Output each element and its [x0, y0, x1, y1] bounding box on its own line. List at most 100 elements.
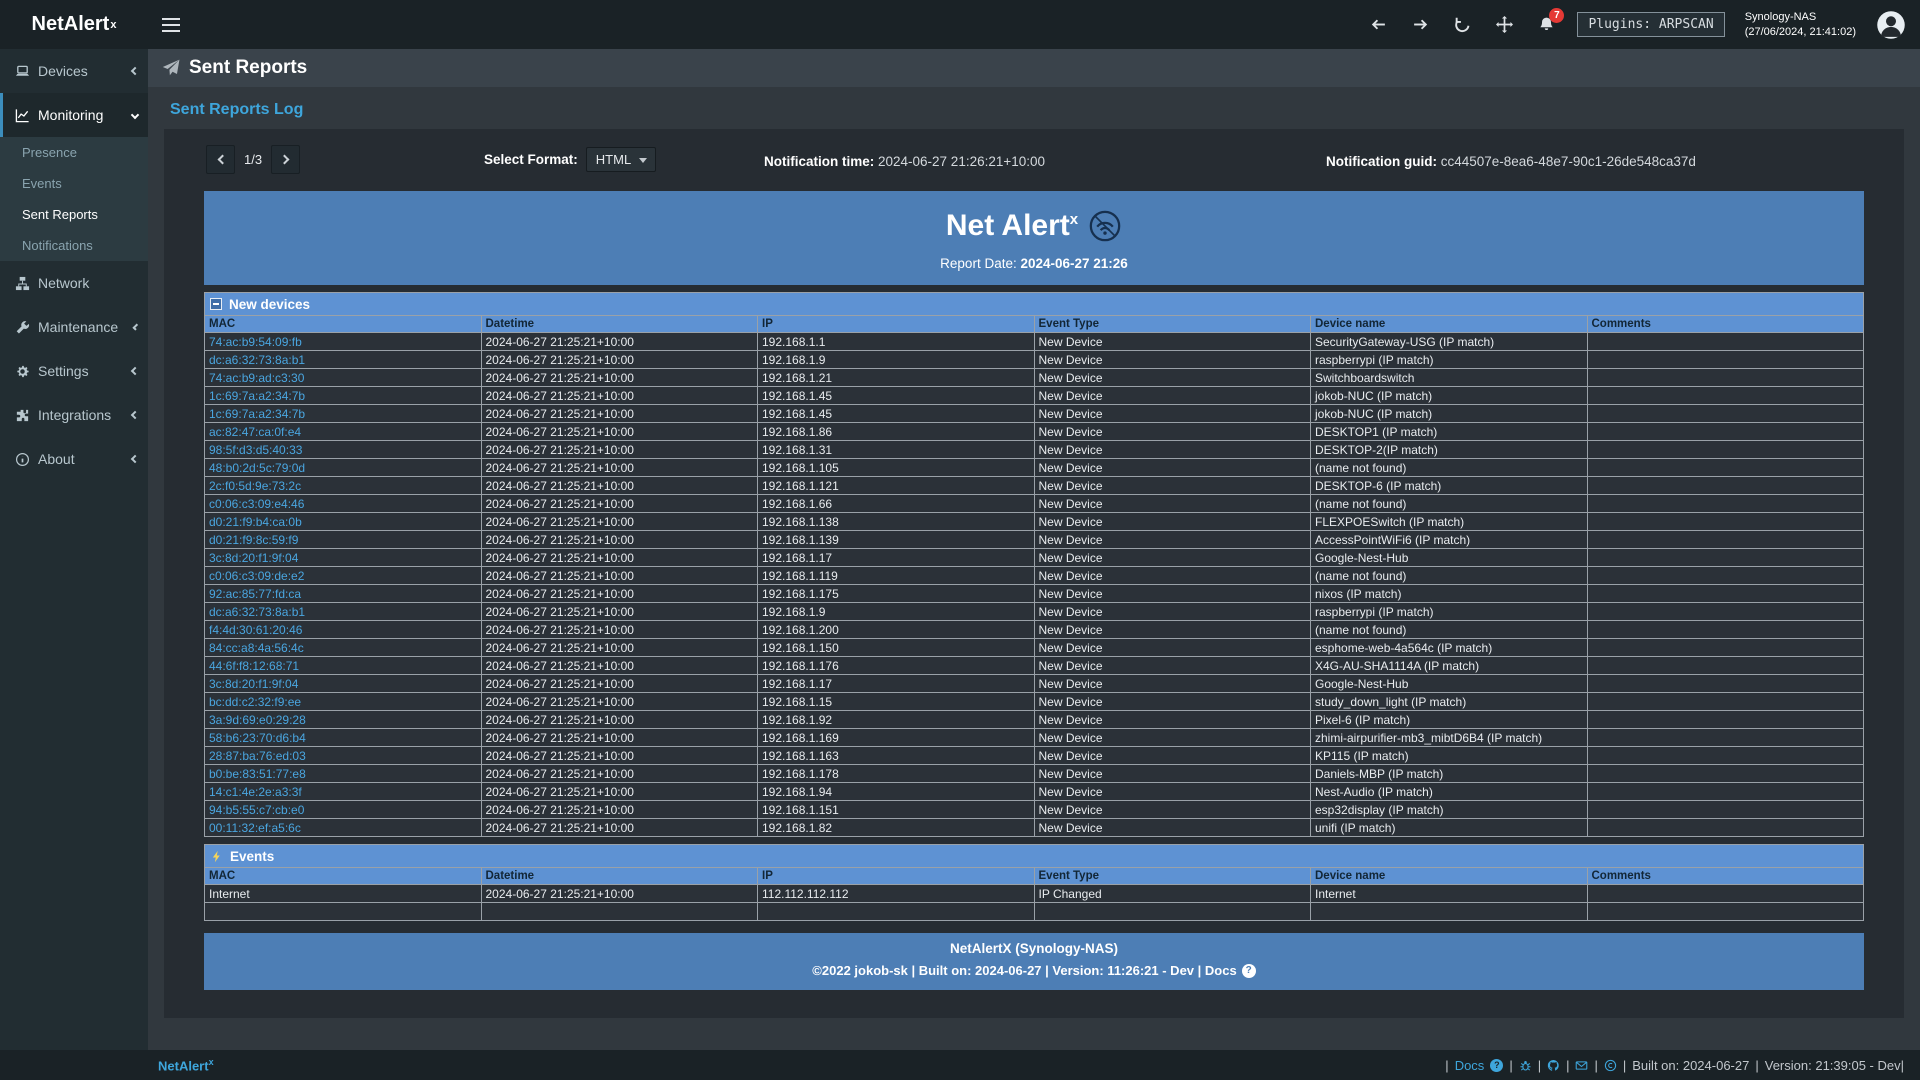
sidebar-item-devices[interactable]: Devices [0, 49, 148, 93]
mac-link[interactable]: 3a:9d:69:e0:29:28 [209, 713, 306, 727]
table-cell: d0:21:f9:b4:ca:0b [205, 513, 482, 531]
footer-brand-link[interactable]: NetAlertx [158, 1057, 214, 1073]
mac-link[interactable]: 3c:8d:20:f1:9f:04 [209, 551, 298, 565]
mac-link[interactable]: 94:b5:55:c7:cb:e0 [209, 803, 304, 817]
table-cell: 2024-06-27 21:25:21+10:00 [481, 369, 758, 387]
mac-link[interactable]: bc:dd:c2:32:f9:ee [209, 695, 301, 709]
footer-github-link[interactable] [1547, 1059, 1560, 1072]
user-avatar[interactable] [1876, 10, 1906, 40]
table-cell: 192.168.1.31 [758, 441, 1035, 459]
table-cell [1587, 657, 1864, 675]
sidebar-item-integrations[interactable]: Integrations [0, 393, 148, 437]
mac-link[interactable]: 00:11:32:ef:a5:6c [209, 821, 301, 835]
nav-back-button[interactable] [1367, 14, 1389, 36]
table-cell: jokob-NUC (IP match) [1311, 405, 1588, 423]
app-logo[interactable]: NetAlertx [0, 0, 148, 49]
plugins-arpscan-badge[interactable]: Plugins: ARPSCAN [1577, 12, 1724, 37]
column-header: IP [758, 316, 1035, 333]
table-cell: d0:21:f9:8c:59:f9 [205, 531, 482, 549]
info-icon [15, 452, 30, 467]
mac-link[interactable]: 3c:8d:20:f1:9f:04 [209, 677, 298, 691]
table-cell: c0:06:c3:09:e4:46 [205, 495, 482, 513]
sidebar-item-maintenance[interactable]: Maintenance [0, 305, 148, 349]
table-cell: bc:dd:c2:32:f9:ee [205, 693, 482, 711]
next-page-button[interactable] [271, 145, 300, 174]
table-row: c0:06:c3:09:de:e22024-06-27 21:25:21+10:… [205, 567, 1864, 585]
table-row [205, 903, 1864, 921]
table-cell [1587, 459, 1864, 477]
mac-link[interactable]: c0:06:c3:09:de:e2 [209, 569, 304, 583]
paper-plane-icon [162, 59, 180, 77]
mac-link[interactable]: 28:87:ba:76:ed:03 [209, 749, 306, 763]
app-logo-text: NetAlert [32, 13, 110, 36]
prev-page-button[interactable] [206, 145, 235, 174]
footer-meta: | Docs ? | | | | | Built on: 2024-06-27 … [1445, 1058, 1904, 1073]
report-title-sup: x [1070, 211, 1078, 228]
mac-link[interactable]: 74:ac:b9:54:09:fb [209, 335, 302, 349]
table-cell: Google-Nest-Hub [1311, 549, 1588, 567]
refresh-button[interactable] [1451, 14, 1473, 36]
mac-link[interactable]: 2c:f0:5d:9e:73:2c [209, 479, 301, 493]
sidebar-subitem-presence[interactable]: Presence [0, 137, 148, 168]
mac-link[interactable]: f4:4d:30:61:20:46 [209, 623, 302, 637]
mac-link[interactable]: d0:21:f9:b4:ca:0b [209, 515, 302, 529]
sidebar-subitem-sent-reports[interactable]: Sent Reports [0, 199, 148, 230]
footer-docs-link[interactable]: Docs [1455, 1058, 1485, 1073]
mac-link[interactable]: dc:a6:32:73:8a:b1 [209, 605, 305, 619]
table-header-row: MACDatetimeIPEvent TypeDevice nameCommen… [205, 868, 1864, 885]
table-cell: New Device [1034, 621, 1311, 639]
table-cell: AccessPointWiFi6 (IP match) [1311, 531, 1588, 549]
question-circle-icon[interactable]: ? [1490, 1059, 1503, 1072]
table-row: b0:be:83:51:77:e82024-06-27 21:25:21+10:… [205, 765, 1864, 783]
report-preview: Net Alertx Report Date: 2024-06-27 21:26… [204, 191, 1864, 990]
sidebar-item-network[interactable]: Network [0, 261, 148, 305]
footer-license-link[interactable] [1604, 1059, 1617, 1072]
table-cell: 192.168.1.66 [758, 495, 1035, 513]
mac-link[interactable]: b0:be:83:51:77:e8 [209, 767, 306, 781]
table-row: 1c:69:7a:a2:34:7b2024-06-27 21:25:21+10:… [205, 387, 1864, 405]
footer-bug-link[interactable] [1519, 1059, 1532, 1072]
sidebar-item-label: Maintenance [38, 319, 118, 335]
report-footer: NetAlertX (Synology-NAS) ©2022 jokob-sk … [204, 933, 1864, 990]
new-devices-section: New devices MACDatetimeIPEvent TypeDevic… [204, 292, 1864, 837]
table-cell [1587, 549, 1864, 567]
nav-forward-button[interactable] [1409, 14, 1431, 36]
table-cell [1587, 603, 1864, 621]
mac-link[interactable]: 14:c1:4e:2e:a3:3f [209, 785, 302, 799]
question-circle-icon[interactable]: ? [1242, 964, 1256, 978]
footer-mail-link[interactable] [1575, 1059, 1588, 1072]
sidebar-toggle-button[interactable] [148, 0, 194, 49]
mac-link[interactable]: dc:a6:32:73:8a:b1 [209, 353, 305, 367]
table-cell: 192.168.1.138 [758, 513, 1035, 531]
table-cell [1311, 903, 1588, 921]
table-cell: 192.168.1.151 [758, 801, 1035, 819]
copyright-icon [1604, 1059, 1617, 1072]
sidebar-item-settings[interactable]: Settings [0, 349, 148, 393]
sidebar-subitem-events[interactable]: Events [0, 168, 148, 199]
sidebar-subitem-notifications[interactable]: Notifications [0, 230, 148, 261]
mac-link[interactable]: 1c:69:7a:a2:34:7b [209, 407, 305, 421]
mac-link[interactable]: 44:6f:f8:12:68:71 [209, 659, 299, 673]
mac-link[interactable]: 74:ac:b9:ad:c3:30 [209, 371, 304, 385]
events-table: MACDatetimeIPEvent TypeDevice nameCommen… [204, 867, 1864, 921]
sidebar-item-monitoring[interactable]: Monitoring [0, 93, 148, 137]
format-select[interactable]: HTML [586, 147, 656, 172]
mac-link[interactable]: 58:b6:23:70:d6:b4 [209, 731, 306, 745]
table-cell: New Device [1034, 765, 1311, 783]
table-cell: (name not found) [1311, 495, 1588, 513]
table-cell: 192.168.1.121 [758, 477, 1035, 495]
report-date-label: Report Date: [940, 256, 1020, 271]
table-cell: 2024-06-27 21:25:21+10:00 [481, 351, 758, 369]
mac-link[interactable]: c0:06:c3:09:e4:46 [209, 497, 304, 511]
notifications-bell-button[interactable]: 7 [1535, 14, 1557, 36]
mac-link[interactable]: 98:5f:d3:d5:40:33 [209, 443, 302, 457]
sidebar-item-about[interactable]: About [0, 437, 148, 481]
mac-link[interactable]: 92:ac:85:77:fd:ca [209, 587, 301, 601]
mac-link[interactable]: 84:cc:a8:4a:56:4c [209, 641, 304, 655]
mac-link[interactable]: 48:b0:2d:5c:79:0d [209, 461, 305, 475]
mac-link[interactable]: ac:82:47:ca:0f:e4 [209, 425, 301, 439]
mac-link[interactable]: d0:21:f9:8c:59:f9 [209, 533, 298, 547]
table-cell: 2024-06-27 21:25:21+10:00 [481, 405, 758, 423]
mac-link[interactable]: 1c:69:7a:a2:34:7b [209, 389, 305, 403]
move-button[interactable] [1493, 14, 1515, 36]
